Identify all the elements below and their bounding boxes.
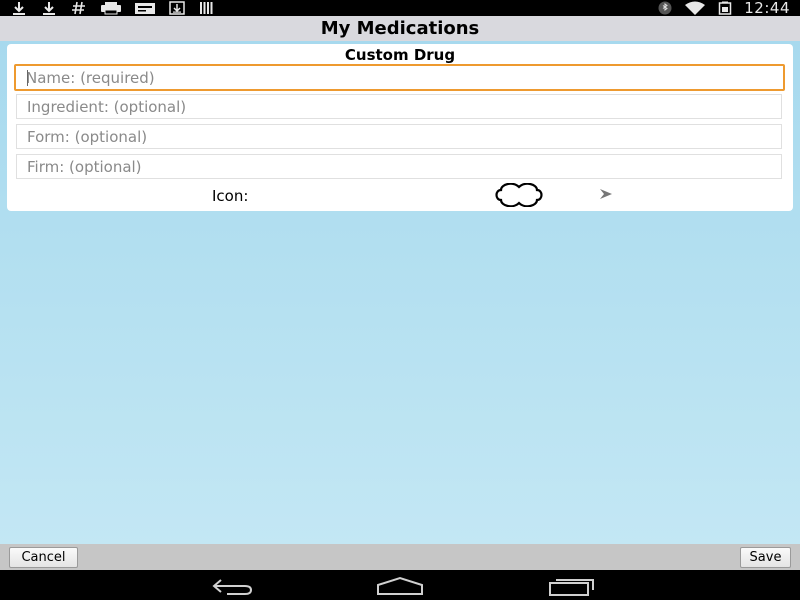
card-icon	[134, 1, 156, 15]
custom-drug-form: Custom Drug Icon:	[7, 44, 793, 211]
wifi-icon	[684, 1, 706, 15]
page-title: My Medications	[320, 18, 480, 39]
home-icon[interactable]	[374, 575, 426, 597]
save-button[interactable]: Save	[740, 547, 791, 568]
main-content: Custom Drug Icon:	[0, 41, 800, 544]
status-time: 12:44	[744, 0, 790, 17]
battery-icon	[718, 1, 732, 15]
chevron-right-icon[interactable]	[599, 188, 613, 200]
firm-field[interactable]	[16, 154, 782, 179]
notification-icons	[10, 0, 216, 16]
icon-label: Icon:	[212, 187, 249, 205]
navigation-bar	[0, 570, 800, 600]
icon-selector[interactable]: Icon:	[7, 180, 793, 210]
barcode-icon	[198, 1, 216, 15]
status-bar: 12:44	[0, 0, 800, 16]
ingredient-field[interactable]	[16, 94, 782, 119]
system-icons: 12:44	[658, 0, 790, 16]
text-cursor	[27, 70, 28, 86]
form-field[interactable]	[16, 124, 782, 149]
download-icon	[10, 1, 28, 15]
back-icon[interactable]	[205, 575, 257, 597]
download-box-icon	[168, 1, 186, 15]
recents-icon[interactable]	[546, 575, 598, 597]
bottom-bar: Cancel Save	[0, 544, 800, 570]
bluetooth-icon	[658, 1, 672, 15]
cancel-button[interactable]: Cancel	[9, 547, 78, 568]
printer-icon	[100, 1, 122, 15]
form-title: Custom Drug	[344, 46, 456, 64]
app-bar: My Medications	[0, 16, 800, 42]
hash-icon	[70, 1, 88, 15]
name-field[interactable]	[14, 64, 785, 91]
download-icon	[40, 1, 58, 15]
pill-outline-icon[interactable]	[493, 183, 545, 207]
